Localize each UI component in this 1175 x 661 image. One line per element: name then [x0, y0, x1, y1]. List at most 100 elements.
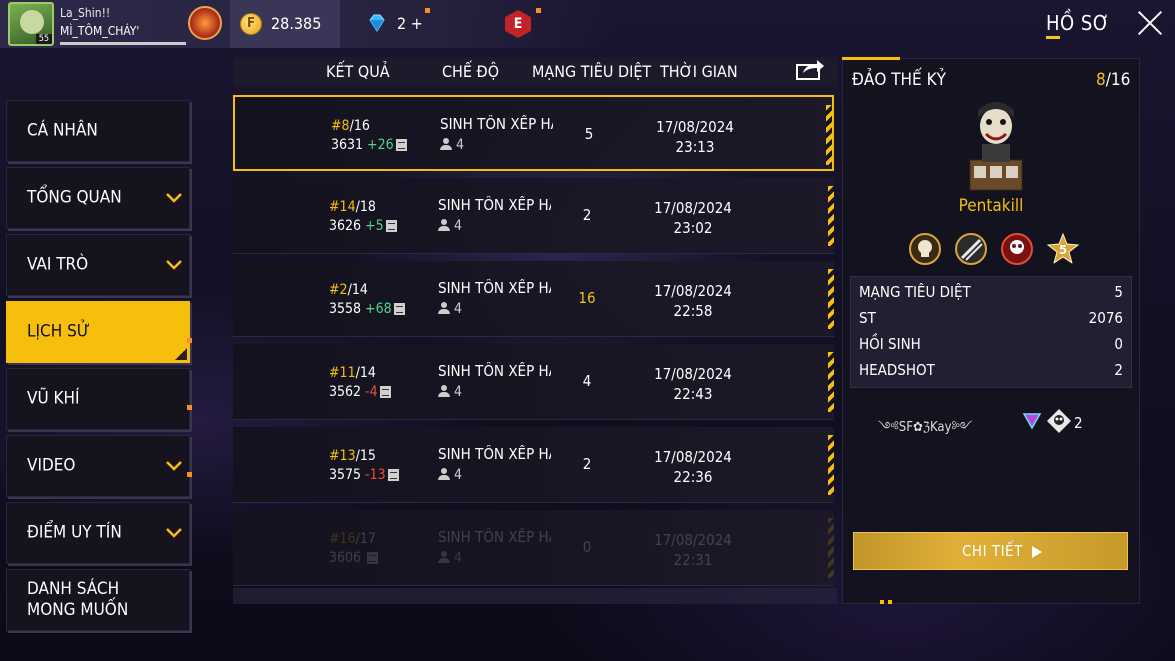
match-mode: SINH TỒN XẾP HẠNG — [438, 196, 551, 214]
squad-count: 4 — [454, 550, 463, 566]
match-datetime: 17/08/2024 22:43 — [638, 364, 748, 404]
stat-row: MẠNG TIÊU DIỆT 5 — [859, 283, 1123, 309]
row-stripe — [828, 352, 834, 412]
match-row[interactable]: #8/16 3631 +26 SINH TỒN XẾP HẠNG 4 5 17/08/20… — [233, 95, 834, 171]
corner-notch — [175, 348, 187, 360]
match-time: 22:58 — [673, 302, 713, 320]
red-skull-badge-icon[interactable] — [1000, 232, 1034, 266]
player-level: 55 — [35, 34, 52, 44]
match-time: 22:43 — [673, 385, 713, 403]
rank-total: /17 — [355, 531, 376, 547]
player-guild: MÌ_TÔM_CHÁY' — [60, 24, 140, 38]
sidebar-item-1[interactable]: TỔNG QUAN — [6, 167, 190, 229]
kill-count: 5 — [584, 125, 594, 143]
match-rank: #8/16 — [331, 118, 370, 134]
pentakill-badge-icon[interactable]: 5 — [1046, 232, 1080, 266]
kill-count: 16 — [578, 289, 596, 307]
match-mode: SINH TỒN XẾP HẠNG — [438, 362, 551, 380]
sidebar-item-0[interactable]: CÁ NHÂN — [6, 100, 190, 162]
skull-badge-icon[interactable] — [908, 232, 942, 266]
sidebar-item-7[interactable]: DANH SÁCH MONG MUỐN — [6, 569, 190, 631]
match-time: 22:36 — [673, 468, 713, 486]
sidebar-item-2[interactable]: VAI TRÒ — [6, 234, 190, 296]
kill-count: 2 — [582, 206, 592, 224]
stat-value: 2 — [1114, 361, 1123, 379]
sidebar-item-5[interactable]: VIDEO — [6, 435, 190, 497]
chevron-down-icon — [166, 193, 182, 203]
match-rank: #11/14 — [329, 365, 376, 381]
receipt-icon[interactable] — [385, 220, 397, 232]
rank-number: #2 — [329, 282, 348, 298]
player-avatar[interactable]: 55 — [8, 2, 54, 46]
match-row[interactable]: #14/18 3626 +5 SINH TỒN XẾP HẠNG 4 2 17/08/20… — [233, 178, 834, 254]
share-icon[interactable] — [795, 57, 825, 81]
diamond-amount: 2 + — [397, 14, 423, 33]
person-icon — [438, 551, 450, 563]
map-title: ĐẢO THẾ KỶ — [852, 70, 946, 90]
chevron-down-icon — [166, 461, 182, 471]
panel-accent-line — [842, 57, 900, 60]
match-datetime: 17/08/2024 22:58 — [638, 281, 748, 321]
match-rank: #13/15 — [329, 448, 376, 464]
stat-label: HEADSHOT — [859, 361, 935, 379]
points-value: 3575 — [329, 467, 362, 483]
rank-total: /18 — [355, 199, 376, 215]
award-title: Pentakill — [958, 196, 1024, 216]
match-date: 17/08/2024 — [654, 282, 732, 300]
rank-number: #16 — [329, 531, 356, 547]
details-button[interactable]: CHI TIẾT — [853, 532, 1128, 570]
match-date: 17/08/2024 — [654, 531, 732, 549]
mvp-character-icon — [969, 102, 1023, 191]
match-rank: #16/17 — [329, 531, 376, 547]
rank-points: 3631 +26 — [331, 137, 407, 153]
match-row[interactable]: #2/14 3558 +68 SINH TỒN XẾP HẠNG 4 16 17/08/2… — [233, 261, 834, 337]
add-diamonds-button[interactable]: + — [411, 14, 423, 33]
column-time: THỜI GIAN — [660, 62, 738, 81]
diamond-icon — [369, 14, 385, 32]
stats-box: MẠNG TIÊU DIỆT 5 ST 2076 HỒI SINH 0 HEADSHOT 2 — [850, 276, 1132, 388]
points-delta: +5 — [365, 218, 384, 234]
rank-total: /15 — [355, 448, 376, 464]
squad-size: 4 — [438, 384, 462, 400]
stat-row: HỒI SINH 0 — [859, 335, 1123, 361]
match-row[interactable]: #11/14 3562 -4 SINH TỒN XẾP HẠNG 4 4 17/08/20… — [233, 344, 834, 420]
person-icon — [438, 385, 450, 397]
sidebar-item-label: VAI TRÒ — [27, 254, 89, 275]
player-signature: ༺SF✿ℨKay༻ — [878, 420, 973, 435]
match-row[interactable]: #13/15 3575 -13 SINH TỒN XẾP HẠNG 4 2 17/08/2… — [233, 427, 834, 503]
rank-number: #11 — [329, 365, 356, 381]
stat-row: HEADSHOT 2 — [859, 361, 1123, 387]
skull-count: 2 — [1074, 414, 1083, 432]
title-underline — [1046, 36, 1060, 39]
receipt-icon[interactable] — [367, 552, 379, 564]
stat-value: 2076 — [1088, 309, 1123, 327]
match-date: 17/08/2024 — [654, 365, 732, 383]
receipt-icon[interactable] — [387, 469, 399, 481]
sidebar-item-label: LỊCH SỬ — [27, 321, 90, 342]
sidebar-item-label: TỔNG QUAN — [27, 187, 122, 208]
sidebar-item-6[interactable]: ĐIỂM UY TÍN — [6, 502, 190, 564]
match-datetime: 17/08/2024 23:02 — [638, 198, 748, 238]
page-title: HỒ SƠ — [1046, 11, 1110, 35]
stat-value: 5 — [1114, 283, 1123, 301]
receipt-icon[interactable] — [395, 139, 407, 151]
detail-rank-total: /16 — [1105, 70, 1131, 90]
points-value: 3626 — [329, 218, 362, 234]
squad-size: 4 — [440, 137, 464, 153]
crossed-blades-badge-icon[interactable] — [954, 232, 988, 266]
detail-rank-number: 8 — [1096, 70, 1106, 90]
close-icon[interactable] — [1137, 9, 1163, 35]
match-mode: SINH TỒN XẾP HẠNG — [440, 115, 553, 133]
rank-badge-icon[interactable] — [188, 6, 222, 40]
receipt-icon[interactable] — [379, 386, 391, 398]
squad-size: 4 — [438, 467, 462, 483]
squad-count: 4 — [454, 218, 463, 234]
match-row[interactable]: #16/17 3606 SINH TỒN XẾP HẠNG 4 0 17/08/2024… — [233, 510, 834, 586]
sidebar-item-4[interactable]: VŨ KHÍ — [6, 368, 190, 430]
sidebar-item-label: VIDEO — [27, 455, 76, 476]
receipt-icon[interactable] — [393, 303, 405, 315]
sidebar-item-3[interactable]: LỊCH SỬ — [6, 301, 190, 363]
match-date: 17/08/2024 — [654, 448, 732, 466]
match-time: 22:31 — [673, 551, 713, 569]
match-datetime: 17/08/2024 22:31 — [638, 530, 748, 570]
